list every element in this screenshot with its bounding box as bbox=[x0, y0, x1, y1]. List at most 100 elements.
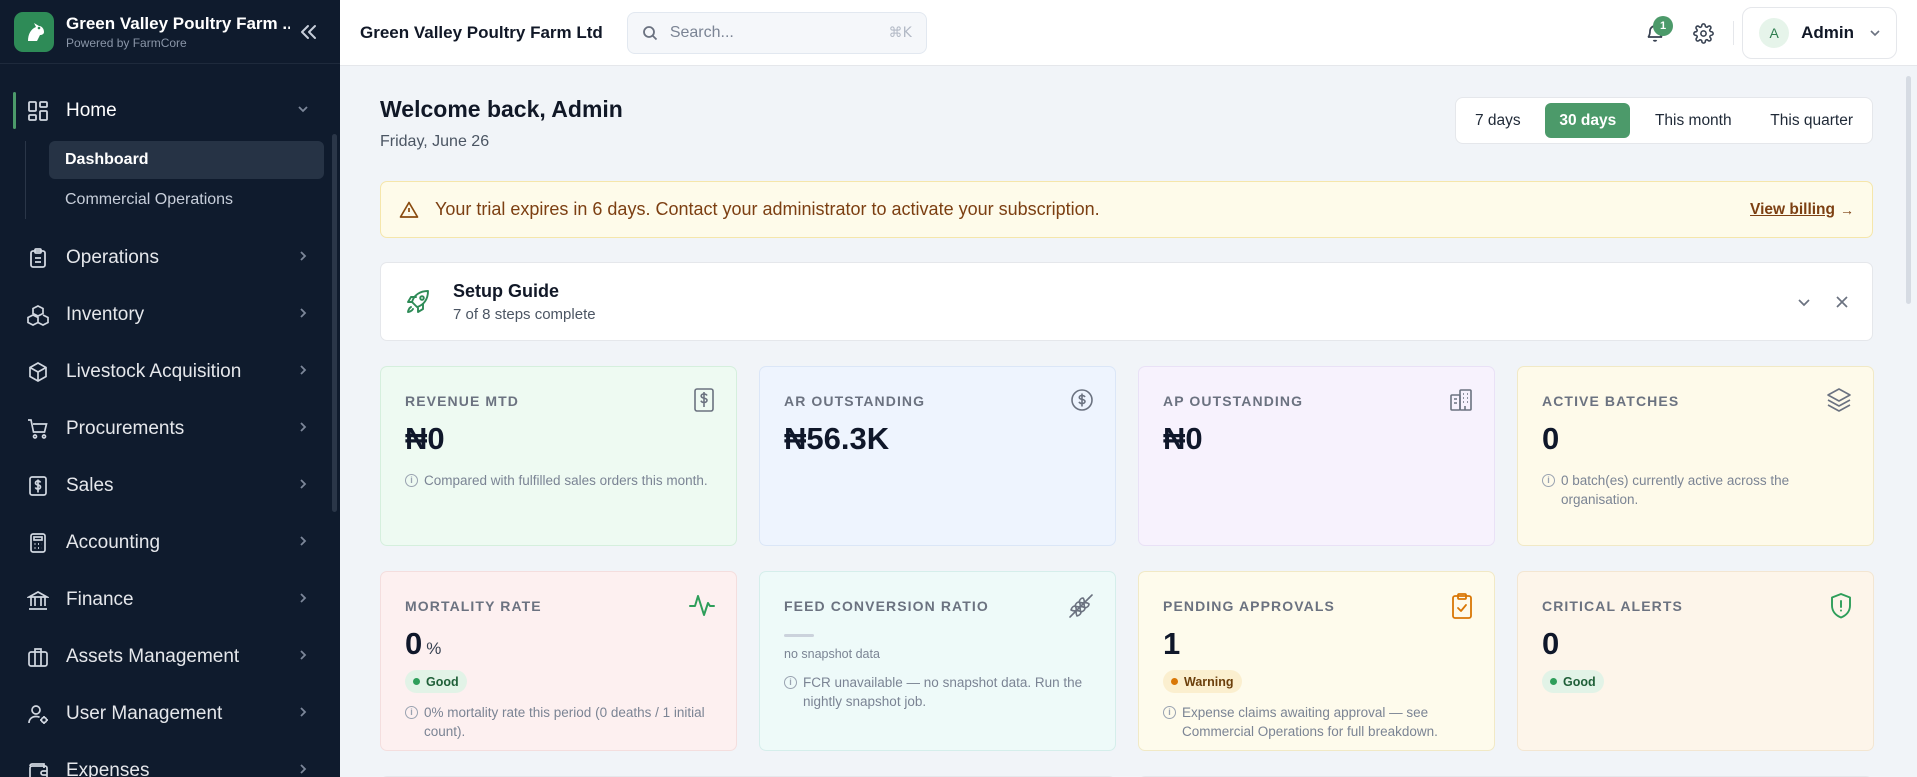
range-this-month-button[interactable]: This month bbox=[1641, 103, 1746, 138]
kpi-note: i Compared with fulfilled sales orders th… bbox=[405, 471, 712, 490]
wallet-icon bbox=[26, 759, 50, 777]
chevron-right-icon bbox=[296, 418, 310, 440]
rocket-icon bbox=[403, 287, 433, 317]
sidebar-item-label: Procurements bbox=[66, 417, 185, 439]
view-billing-link[interactable]: View billing bbox=[1750, 201, 1835, 219]
setup-guide-title: Setup Guide bbox=[453, 280, 560, 301]
status-badge-text: Good bbox=[1563, 674, 1596, 689]
kpi-card-feed-conversion-ratio[interactable]: FEED CONVERSION RATIO no snapshot data i… bbox=[759, 571, 1116, 751]
kpi-card-critical-alerts[interactable]: CRITICAL ALERTS 0 Good bbox=[1517, 571, 1874, 751]
kpi-card-pending-approvals[interactable]: PENDING APPROVALS 1 Warning i Expense cla… bbox=[1138, 571, 1495, 751]
status-badge-text: Warning bbox=[1184, 674, 1234, 689]
close-guide-button[interactable] bbox=[1834, 294, 1850, 310]
kpi-value: 0 bbox=[1542, 626, 1560, 661]
sidebar-item-user-management[interactable]: User Management bbox=[0, 685, 340, 742]
kpi-card-ar-outstanding[interactable]: AR OUTSTANDING ₦56.3K bbox=[759, 366, 1116, 546]
gear-icon bbox=[1692, 22, 1714, 44]
wheat-icon bbox=[1067, 592, 1095, 620]
range-this-quarter-button[interactable]: This quarter bbox=[1756, 103, 1867, 138]
receipt-dollar-icon bbox=[26, 474, 50, 498]
search-input[interactable]: Search... ⌘K bbox=[626, 11, 927, 54]
kpi-cards-grid: REVENUE MTD ₦0 i Compared with fulfilled … bbox=[380, 366, 1874, 751]
range-7-days-button[interactable]: 7 days bbox=[1461, 103, 1535, 138]
search-icon bbox=[642, 25, 658, 41]
grid-icon bbox=[26, 99, 50, 123]
current-date: Friday, June 26 bbox=[380, 133, 490, 150]
kpi-value-unit: % bbox=[426, 639, 442, 658]
farm-logo-icon[interactable] bbox=[14, 11, 54, 52]
sidebar-item-livestock-acquisition[interactable]: Livestock Acquisition bbox=[0, 343, 340, 400]
layers-icon bbox=[1825, 387, 1853, 413]
sidebar-item-home[interactable]: Home bbox=[0, 82, 340, 139]
kpi-card-ap-outstanding[interactable]: AP OUTSTANDING ₦0 bbox=[1138, 366, 1495, 546]
kpi-note: i Expense claims awaiting approval — see … bbox=[1163, 703, 1470, 741]
sidebar-item-operations[interactable]: Operations bbox=[0, 229, 340, 286]
sidebar-item-label: Livestock Acquisition bbox=[66, 360, 242, 382]
bank-icon bbox=[26, 588, 50, 612]
sidebar-item-accounting[interactable]: Accounting bbox=[0, 514, 340, 571]
clipboard-icon bbox=[26, 246, 50, 270]
kpi-value: 0 bbox=[1542, 421, 1560, 456]
range-30-days-button[interactable]: 30 days bbox=[1545, 103, 1631, 138]
chevron-right-icon bbox=[296, 304, 310, 326]
chevron-right-icon bbox=[296, 247, 310, 269]
kpi-card-mortality-rate[interactable]: MORTALITY RATE 0% Good i 0% mortality rat… bbox=[380, 571, 737, 751]
kpi-label: AR OUTSTANDING bbox=[784, 393, 926, 409]
kpi-label: AP OUTSTANDING bbox=[1163, 393, 1304, 409]
sidebar-item-expenses[interactable]: Expenses bbox=[0, 742, 340, 777]
collapse-sidebar-button[interactable] bbox=[290, 14, 326, 50]
sidebar-item-label: Finance bbox=[66, 588, 134, 610]
activity-icon bbox=[688, 592, 716, 618]
chevron-right-icon bbox=[296, 589, 310, 611]
sidebar-item-label: Sales bbox=[66, 474, 114, 496]
sidebar-subitem-commercial-operations[interactable]: Commercial Operations bbox=[49, 181, 324, 219]
info-icon: i bbox=[784, 676, 797, 689]
empty-value-dash bbox=[784, 634, 814, 637]
expand-guide-button[interactable] bbox=[1796, 294, 1812, 310]
info-icon: i bbox=[405, 706, 418, 719]
date-range-selector: 7 days 30 days This month This quarter bbox=[1455, 97, 1873, 144]
main-content: Welcome back, Admin Friday, June 26 7 da… bbox=[340, 66, 1917, 777]
boxes-icon bbox=[26, 303, 50, 327]
kpi-note-text: 0% mortality rate this period (0 deaths … bbox=[424, 705, 705, 739]
kpi-label: REVENUE MTD bbox=[405, 393, 519, 409]
sidebar-item-assets-management[interactable]: Assets Management bbox=[0, 628, 340, 685]
sidebar-item-procurements[interactable]: Procurements bbox=[0, 400, 340, 457]
user-menu-button[interactable]: A Admin bbox=[1742, 7, 1897, 59]
sidebar-item-finance[interactable]: Finance bbox=[0, 571, 340, 628]
kpi-note-text: Expense claims awaiting approval — see C… bbox=[1182, 705, 1438, 739]
welcome-header: Welcome back, Admin Friday, June 26 bbox=[380, 96, 623, 151]
sidebar-nav: Home Dashboard Commercial Operations Ope… bbox=[0, 64, 340, 777]
sidebar-item-label: Assets Management bbox=[66, 645, 240, 667]
sidebar-item-label: Accounting bbox=[66, 531, 161, 553]
kpi-label: FEED CONVERSION RATIO bbox=[784, 598, 989, 614]
chevron-right-icon bbox=[296, 475, 310, 497]
status-badge: Warning bbox=[1163, 670, 1242, 693]
sidebar-subitem-dashboard[interactable]: Dashboard bbox=[49, 141, 324, 179]
kpi-value: ₦0 bbox=[1163, 421, 1203, 456]
search-placeholder: Search... bbox=[669, 23, 734, 41]
kpi-label: CRITICAL ALERTS bbox=[1542, 598, 1683, 614]
setup-guide-card: Setup Guide 7 of 8 steps complete bbox=[380, 262, 1873, 341]
chevron-right-icon bbox=[296, 532, 310, 554]
kpi-card-revenue-mtd[interactable]: REVENUE MTD ₦0 i Compared with fulfilled … bbox=[380, 366, 737, 546]
cart-icon bbox=[26, 417, 50, 441]
sidebar-item-inventory[interactable]: Inventory bbox=[0, 286, 340, 343]
sidebar: Green Valley Poultry Farm ... Powered by… bbox=[0, 0, 340, 777]
home-subnav: Dashboard Commercial Operations bbox=[0, 141, 340, 229]
settings-button[interactable] bbox=[1683, 13, 1723, 53]
brand-name: Green Valley Poultry Farm ... bbox=[66, 13, 290, 33]
status-badge: Good bbox=[405, 670, 467, 693]
kpi-note: i 0% mortality rate this period (0 deaths… bbox=[405, 703, 712, 741]
kpi-note-text: FCR unavailable — no snapshot data. Run … bbox=[803, 675, 1083, 709]
kpi-value: ₦0 bbox=[405, 421, 445, 456]
main-scrollbar[interactable] bbox=[1906, 76, 1911, 304]
kpi-value: 1 bbox=[1163, 626, 1181, 661]
chevron-right-icon bbox=[296, 646, 310, 668]
sidebar-item-sales[interactable]: Sales bbox=[0, 457, 340, 514]
notifications-button[interactable]: 1 bbox=[1635, 13, 1675, 53]
calculator-icon bbox=[26, 531, 50, 555]
trial-banner: Your trial expires in 6 days. Contact yo… bbox=[380, 181, 1873, 238]
organization-name: Green Valley Poultry Farm Ltd bbox=[360, 22, 603, 42]
kpi-card-active-batches[interactable]: ACTIVE BATCHES 0 i 0 batch(es) currently … bbox=[1517, 366, 1874, 546]
